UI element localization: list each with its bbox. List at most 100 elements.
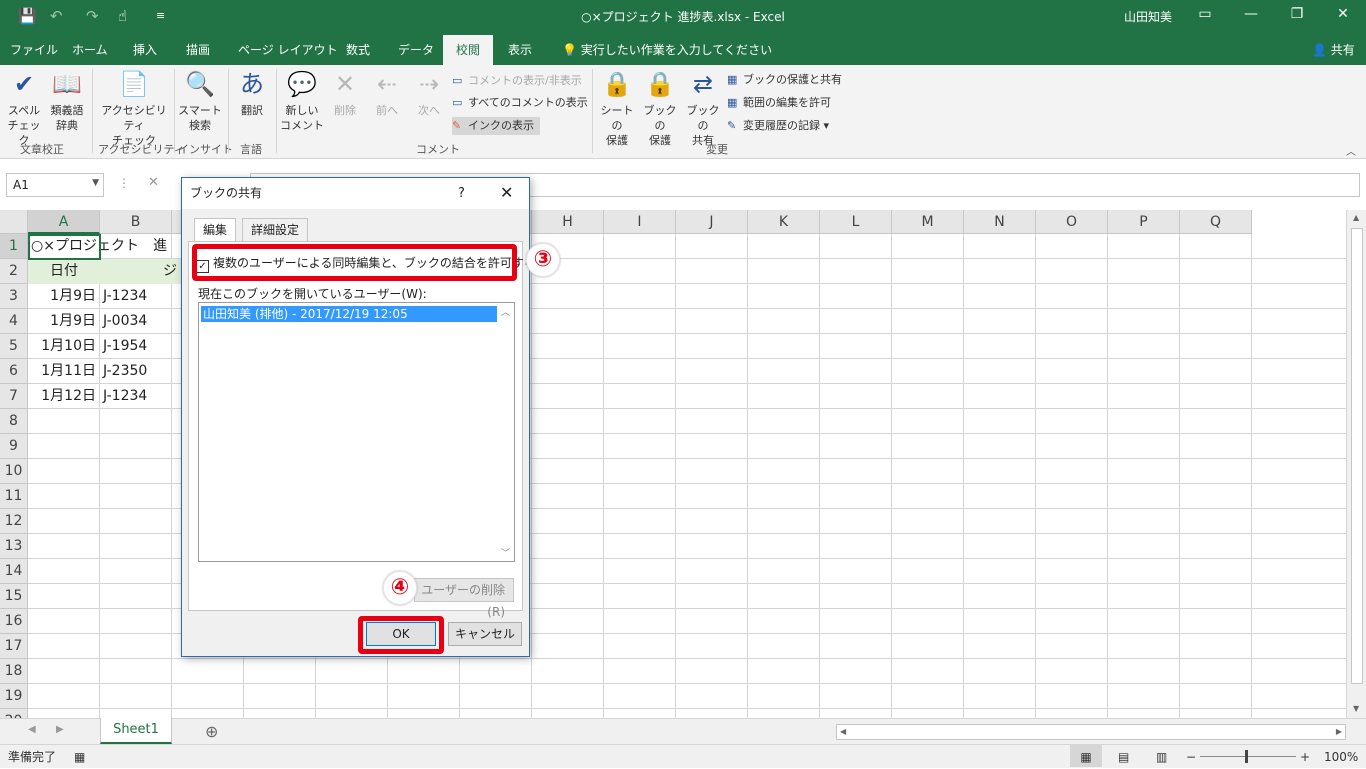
row-header-19[interactable]: 19	[0, 684, 28, 709]
ribbon-display-icon[interactable]: ▭	[1182, 6, 1228, 22]
scroll-right-icon[interactable]: ▶	[1336, 727, 1342, 736]
previous-comment-button[interactable]: ⇠ 前へ	[368, 69, 406, 118]
row-header-12[interactable]: 12	[0, 509, 28, 534]
cell-date[interactable]: 1月9日	[28, 284, 100, 309]
vertical-scrollbar[interactable]: ▲ ▼	[1346, 210, 1366, 718]
scroll-up-icon[interactable]: ▲	[1353, 213, 1359, 222]
scroll-down-icon[interactable]: ﹀	[501, 546, 510, 559]
tab-page-layout[interactable]: ページ レイアウト	[238, 41, 338, 58]
show-ink-button[interactable]: ✎ インクの表示	[452, 117, 540, 135]
row-header-16[interactable]: 16	[0, 609, 28, 634]
cancel-button[interactable]: キャンセル	[448, 622, 522, 646]
row-header-15[interactable]: 15	[0, 584, 28, 609]
column-header-i[interactable]: I	[604, 210, 676, 234]
protect-and-share-button[interactable]: ▦ ブックの保護と共有	[727, 71, 842, 89]
remove-user-button[interactable]: ユーザーの削除(R)	[414, 578, 514, 619]
page-layout-view-icon[interactable]: ▤	[1118, 745, 1129, 769]
cell-date[interactable]: 1月11日	[28, 359, 100, 384]
row-header-6[interactable]: 6	[0, 359, 28, 384]
thesaurus-button[interactable]: 📖 類義語 辞典	[46, 69, 88, 133]
show-all-comments-button[interactable]: ▭ すべてのコメントの表示	[452, 94, 588, 112]
collapse-ribbon-icon[interactable]: ︿	[1346, 143, 1356, 158]
zoom-slider[interactable]	[1200, 756, 1296, 757]
zoom-out-icon[interactable]: −	[1186, 745, 1196, 769]
tab-draw[interactable]: 描画	[186, 41, 210, 58]
cell-code[interactable]: J-1234	[100, 384, 181, 409]
translate-button[interactable]: あ翻訳	[232, 69, 272, 118]
cell-date[interactable]: 1月9日	[28, 309, 100, 334]
zoom-level[interactable]: 100%	[1324, 745, 1358, 769]
prev-sheet-icon[interactable]: ◀	[28, 724, 36, 735]
cell-code[interactable]: J-1234	[100, 284, 181, 309]
row-header-14[interactable]: 14	[0, 559, 28, 584]
column-header-h[interactable]: H	[532, 210, 604, 234]
tab-advanced[interactable]: 詳細設定	[242, 218, 309, 242]
scroll-down-icon[interactable]: ▼	[1353, 704, 1359, 713]
column-header-j[interactable]: J	[676, 210, 748, 234]
tab-file[interactable]: ファイル	[10, 41, 58, 58]
tab-edit[interactable]: 編集	[194, 218, 237, 243]
select-all-corner[interactable]	[0, 210, 28, 234]
help-icon[interactable]: ?	[458, 186, 465, 201]
row-header-5[interactable]: 5	[0, 334, 28, 359]
cell-date[interactable]: 1月10日	[28, 334, 100, 359]
row-header-20[interactable]: 20	[0, 709, 28, 718]
share-workbook-button[interactable]: ⇄ ブックの 共有	[682, 69, 724, 148]
column-header-l[interactable]: L	[820, 210, 892, 234]
chevron-down-icon[interactable]: ▼	[92, 178, 99, 188]
new-comment-button[interactable]: 💬 新しい コメント	[280, 69, 324, 133]
close-icon[interactable]: ✕	[1320, 6, 1366, 22]
close-icon[interactable]: ✕	[500, 183, 513, 202]
column-header-a[interactable]: A	[28, 210, 100, 234]
column-header-p[interactable]: P	[1108, 210, 1180, 234]
next-sheet-icon[interactable]: ▶	[56, 724, 64, 735]
cell-a2[interactable]: 日付	[28, 259, 100, 284]
name-box[interactable]: A1 ▼	[6, 173, 104, 197]
cell-b2[interactable]: ジ	[100, 259, 181, 284]
share-button[interactable]: 👤 共有	[1312, 41, 1355, 58]
scroll-left-icon[interactable]: ◀	[840, 727, 846, 736]
row-header-9[interactable]: 9	[0, 434, 28, 459]
tell-me-search[interactable]: 💡 実行したい作業を入力してください	[562, 41, 772, 58]
cell-code[interactable]: J-2350	[100, 359, 181, 384]
macro-record-icon[interactable]: ▦	[74, 745, 85, 769]
smart-lookup-button[interactable]: 🔍 スマート 検索	[178, 69, 222, 133]
minimize-icon[interactable]: —	[1228, 6, 1274, 22]
row-header-1[interactable]: 1	[0, 234, 28, 259]
list-item[interactable]: 山田知美 (排他) - 2017/12/19 12:05	[201, 306, 497, 322]
row-header-3[interactable]: 3	[0, 284, 28, 309]
list-scrollbar[interactable]: ︿ ﹀	[497, 303, 514, 561]
delete-comment-button[interactable]: ✕ 削除	[326, 69, 364, 118]
users-list[interactable]: 山田知美 (排他) - 2017/12/19 12:05 ︿ ﹀	[198, 302, 515, 562]
user-name[interactable]: 山田知美	[1124, 8, 1172, 25]
column-header-o[interactable]: O	[1036, 210, 1108, 234]
protect-workbook-button[interactable]: 🔒 ブックの 保護	[639, 69, 681, 148]
scroll-up-icon[interactable]: ︿	[501, 305, 510, 318]
tab-insert[interactable]: 挿入	[133, 41, 157, 58]
zoom-in-icon[interactable]: +	[1300, 745, 1310, 769]
cancel-entry-icon[interactable]: ✕	[148, 175, 159, 190]
row-header-13[interactable]: 13	[0, 534, 28, 559]
row-header-17[interactable]: 17	[0, 634, 28, 659]
zoom-slider-thumb[interactable]	[1245, 750, 1248, 763]
horizontal-scrollbar[interactable]: ◀ ▶	[836, 724, 1346, 740]
page-break-view-icon[interactable]: ▥	[1156, 745, 1167, 769]
row-header-11[interactable]: 11	[0, 484, 28, 509]
tab-data[interactable]: データ	[398, 41, 434, 58]
row-header-8[interactable]: 8	[0, 409, 28, 434]
sheet-tab-sheet1[interactable]: Sheet1	[100, 718, 172, 744]
scroll-thumb[interactable]	[1351, 228, 1363, 684]
tab-view[interactable]: 表示	[508, 41, 532, 58]
show-hide-comment-button[interactable]: ▭ コメントの表示/非表示	[452, 72, 582, 90]
row-header-18[interactable]: 18	[0, 659, 28, 684]
column-header-n[interactable]: N	[964, 210, 1036, 234]
track-changes-button[interactable]: ✎ 変更履歴の記録 ▾	[727, 117, 829, 135]
row-header-7[interactable]: 7	[0, 384, 28, 409]
accessibility-button[interactable]: 📄 アクセシビリティ チェック	[96, 69, 172, 148]
cell-date[interactable]: 1月12日	[28, 384, 100, 409]
cell-code[interactable]: J-1954	[100, 334, 181, 359]
column-header-k[interactable]: K	[748, 210, 820, 234]
normal-view-icon[interactable]: ▦	[1070, 745, 1102, 767]
tab-formulas[interactable]: 数式	[346, 41, 370, 58]
row-header-2[interactable]: 2	[0, 259, 28, 284]
